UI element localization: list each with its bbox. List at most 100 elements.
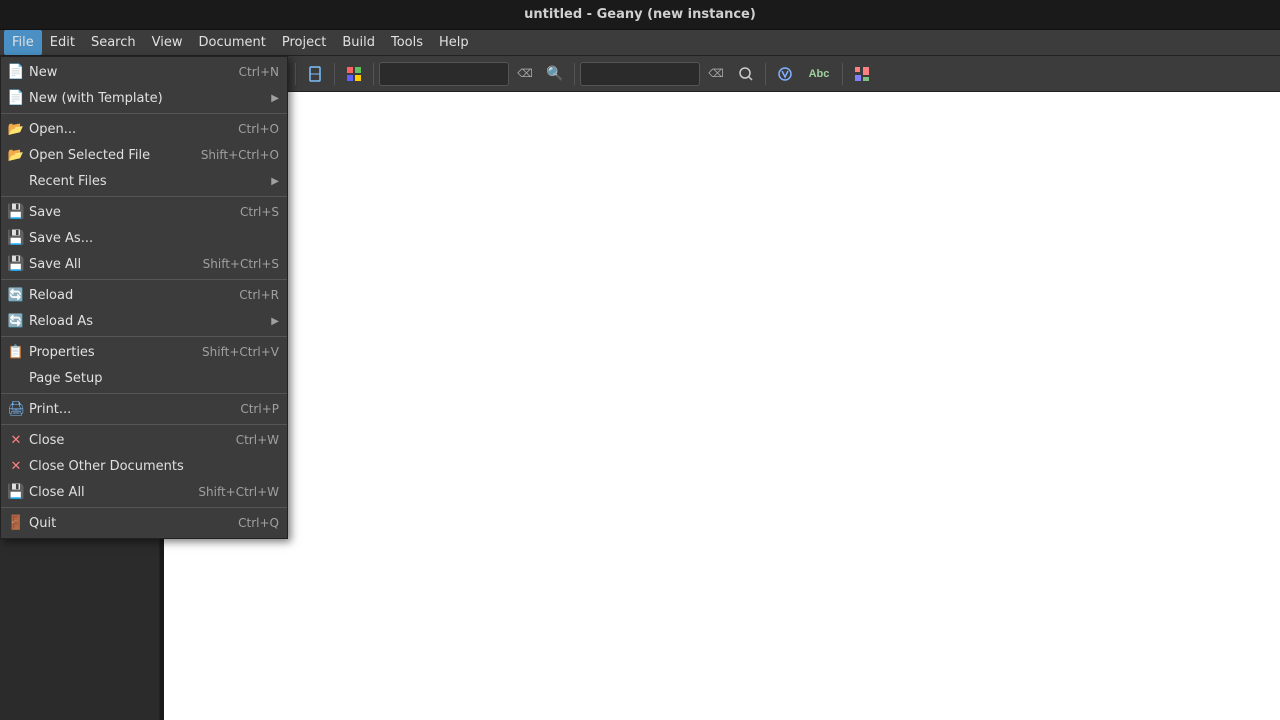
menu-item-save-as[interactable]: 💾 Save As...: [1, 225, 287, 251]
menu-item-close-other-label: Close Other Documents: [29, 459, 279, 474]
menu-item-quit-shortcut: Ctrl+Q: [238, 516, 279, 530]
menu-item-print-shortcut: Ctrl+P: [240, 402, 279, 416]
find-prev-button[interactable]: ⌫: [702, 60, 730, 88]
title-text: untitled - Geany (new instance): [524, 7, 756, 22]
menu-item-close-shortcut: Ctrl+W: [236, 433, 279, 447]
new-template-arrow-icon: ▶: [271, 93, 279, 104]
toolbar-bookmarks-button[interactable]: [301, 60, 329, 88]
menu-item-page-setup[interactable]: Page Setup: [1, 365, 287, 391]
title-bar: untitled - Geany (new instance): [0, 0, 1280, 30]
menu-item-open-selected[interactable]: 📂 Open Selected File Shift+Ctrl+O: [1, 142, 287, 168]
editor-area[interactable]: [164, 92, 1280, 720]
menu-item-recent[interactable]: Recent Files ▶: [1, 168, 287, 194]
menu-item-quit[interactable]: 🚪 Quit Ctrl+Q: [1, 510, 287, 536]
menu-bar: File Edit Search View Document Project B…: [0, 30, 1280, 56]
menu-item-open-selected-shortcut: Shift+Ctrl+O: [201, 148, 279, 162]
menu-item-quit-label: Quit: [29, 516, 228, 531]
save-icon: 💾: [7, 203, 25, 221]
menu-item-open-label: Open...: [29, 122, 228, 137]
menu-item-new-shortcut: Ctrl+N: [239, 65, 279, 79]
menu-item-new-template-label: New (with Template): [29, 91, 271, 106]
menu-item-new-template[interactable]: 📄 New (with Template) ▶: [1, 85, 287, 111]
menu-build[interactable]: Build: [334, 30, 383, 55]
reload-as-arrow-icon: ▶: [271, 316, 279, 327]
recent-arrow-icon: ▶: [271, 176, 279, 187]
new-template-icon: 📄: [7, 89, 25, 107]
toolbar-color-button[interactable]: [340, 60, 368, 88]
separator-6: [1, 424, 287, 425]
separator-2: [1, 196, 287, 197]
menu-help[interactable]: Help: [431, 30, 477, 55]
menu-item-save-as-label: Save As...: [29, 231, 279, 246]
clear-icon: ⌫: [517, 67, 533, 80]
page-setup-icon: [7, 369, 25, 387]
menu-item-reload[interactable]: 🔄 Reload Ctrl+R: [1, 282, 287, 308]
menu-item-properties-shortcut: Shift+Ctrl+V: [202, 345, 279, 359]
toolbar-sep-6: [574, 63, 575, 85]
toolbar-sep-4: [334, 63, 335, 85]
menu-tools[interactable]: Tools: [383, 30, 431, 55]
menu-item-print[interactable]: 🖨 Print... Ctrl+P: [1, 396, 287, 422]
menu-item-save-shortcut: Ctrl+S: [240, 205, 279, 219]
toolbar-prefs-button[interactable]: [848, 60, 876, 88]
menu-item-close[interactable]: ✕ Close Ctrl+W: [1, 427, 287, 453]
search-clear-button[interactable]: ⌫: [511, 60, 539, 88]
toolbar-sep-5: [373, 63, 374, 85]
menu-item-close-all[interactable]: 💾 Close All Shift+Ctrl+W: [1, 479, 287, 505]
toolbar-spellcheck-button[interactable]: Abc: [801, 60, 837, 88]
print-icon: 🖨: [7, 400, 25, 418]
open-icon: 📂: [7, 120, 25, 138]
menu-item-page-setup-label: Page Setup: [29, 371, 279, 386]
menu-item-open[interactable]: 📂 Open... Ctrl+O: [1, 116, 287, 142]
menu-item-reload-as[interactable]: 🔄 Reload As ▶: [1, 308, 287, 334]
file-menu-dropdown: 📄 New Ctrl+N 📄 New (with Template) ▶ 📂 O…: [0, 56, 288, 539]
menu-item-close-label: Close: [29, 433, 226, 448]
properties-icon: 📋: [7, 343, 25, 361]
separator-5: [1, 393, 287, 394]
search-input[interactable]: [379, 62, 509, 86]
menu-item-save-label: Save: [29, 205, 230, 220]
menu-item-save[interactable]: 💾 Save Ctrl+S: [1, 199, 287, 225]
separator-1: [1, 113, 287, 114]
close-other-icon: ✕: [7, 457, 25, 475]
menu-item-save-all-label: Save All: [29, 257, 193, 272]
menu-item-close-all-shortcut: Shift+Ctrl+W: [198, 485, 279, 499]
toolbar-sep-7: [765, 63, 766, 85]
toolbar-sep-3: [295, 63, 296, 85]
search-icon: 🔍: [546, 65, 563, 82]
close-all-icon: 💾: [7, 483, 25, 501]
recent-icon: [7, 172, 25, 190]
menu-project[interactable]: Project: [274, 30, 334, 55]
menu-edit[interactable]: Edit: [42, 30, 83, 55]
separator-7: [1, 507, 287, 508]
close-icon: ✕: [7, 431, 25, 449]
menu-item-close-other[interactable]: ✕ Close Other Documents: [1, 453, 287, 479]
find-input[interactable]: [580, 62, 700, 86]
menu-item-new[interactable]: 📄 New Ctrl+N: [1, 59, 287, 85]
toolbar-macro-button[interactable]: [771, 60, 799, 88]
search-go-button[interactable]: 🔍: [541, 60, 569, 88]
find-next-button[interactable]: [732, 60, 760, 88]
menu-item-open-selected-label: Open Selected File: [29, 148, 191, 163]
menu-item-properties[interactable]: 📋 Properties Shift+Ctrl+V: [1, 339, 287, 365]
separator-3: [1, 279, 287, 280]
new-file-icon: 📄: [7, 63, 25, 81]
quit-icon: 🚪: [7, 514, 25, 532]
reload-icon: 🔄: [7, 286, 25, 304]
menu-item-save-all-shortcut: Shift+Ctrl+S: [203, 257, 279, 271]
menu-file[interactable]: File: [4, 30, 42, 55]
reload-as-icon: 🔄: [7, 312, 25, 330]
open-selected-icon: 📂: [7, 146, 25, 164]
menu-search[interactable]: Search: [83, 30, 144, 55]
find-prev-icon: ⌫: [708, 67, 724, 80]
menu-item-reload-as-label: Reload As: [29, 314, 271, 329]
toolbar-sep-8: [842, 63, 843, 85]
menu-item-recent-label: Recent Files: [29, 174, 271, 189]
menu-view[interactable]: View: [144, 30, 191, 55]
menu-item-properties-label: Properties: [29, 345, 192, 360]
menu-item-reload-label: Reload: [29, 288, 229, 303]
menu-item-save-all[interactable]: 💾 Save All Shift+Ctrl+S: [1, 251, 287, 277]
menu-item-open-shortcut: Ctrl+O: [238, 122, 279, 136]
menu-item-new-label: New: [29, 65, 229, 80]
menu-document[interactable]: Document: [190, 30, 273, 55]
